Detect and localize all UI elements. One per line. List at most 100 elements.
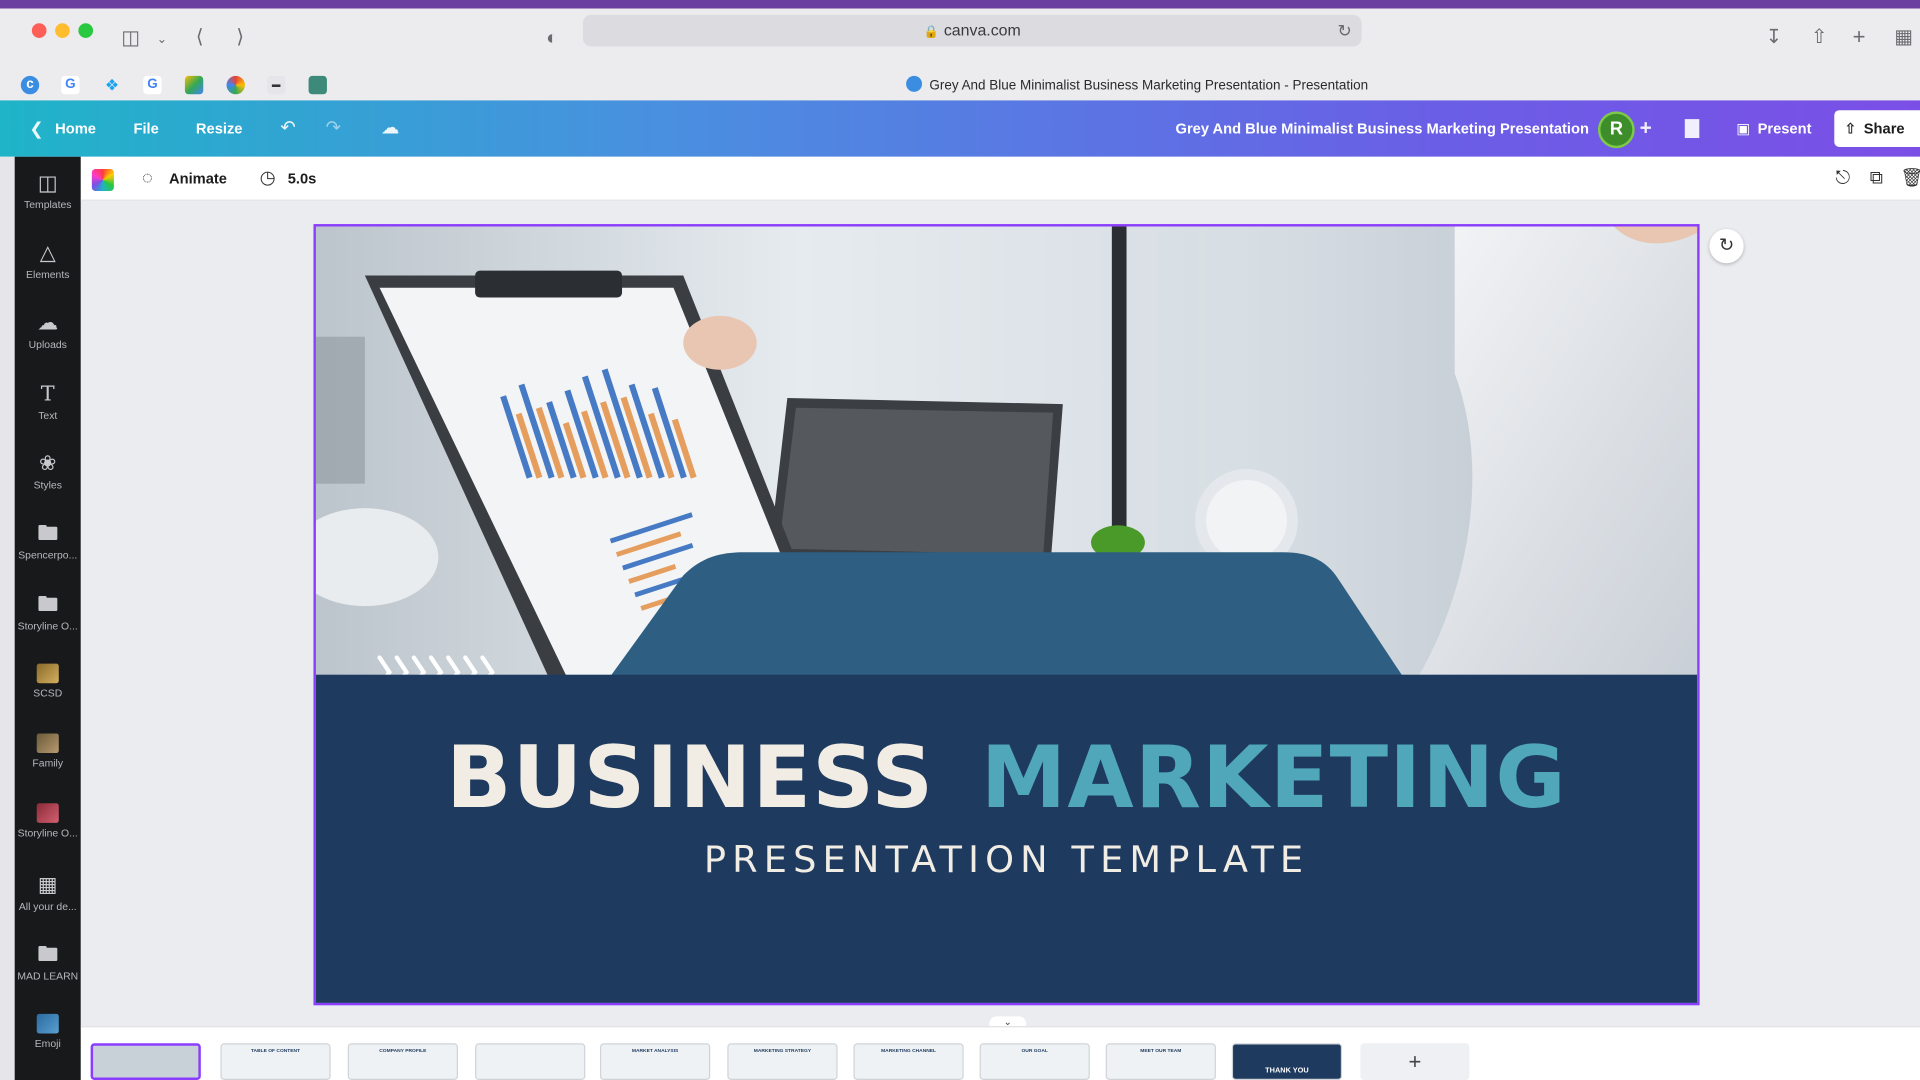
slide-subtitle[interactable]: PRESENTATION TEMPLATE (316, 839, 1697, 883)
undo-icon[interactable]: ↶ (280, 100, 295, 156)
sidebar-item-templates[interactable]: ◫ Templates (15, 172, 81, 212)
sidebar-item-storyline-2[interactable]: Storyline O... (15, 803, 81, 840)
resize-menu[interactable]: Resize (196, 100, 243, 156)
home-menu[interactable]: Home (55, 100, 96, 156)
sidebar-item-all-designs[interactable]: ▦ All your de... (15, 874, 81, 913)
back-chevron-icon[interactable]: ❮ (29, 100, 43, 156)
sidebar-item-label: MAD LEARN (17, 969, 79, 983)
page-thumb-10[interactable]: THANK YOU (1231, 1043, 1343, 1080)
cloud-save-icon[interactable]: ☁ (381, 100, 399, 156)
page-thumb-label: MARKETING CHANNEL (881, 1046, 937, 1054)
background-color-button[interactable] (91, 168, 114, 192)
page-thumb-4[interactable] (475, 1043, 586, 1080)
tab-overview-icon[interactable]: ▦ (1894, 28, 1913, 48)
page-thumb-8[interactable]: OUR GOAL (979, 1043, 1090, 1080)
new-tab-icon[interactable]: + (1853, 26, 1866, 48)
share-label: Share (1863, 120, 1905, 138)
sidebar-item-label: Uploads (28, 337, 67, 351)
page-thumb-6[interactable]: MARKETING STRATEGY (727, 1043, 838, 1080)
favorite-canva-icon[interactable]: c (20, 75, 40, 95)
sidebar-item-styles[interactable]: ❀ Styles (15, 451, 81, 492)
sidebar-item-text[interactable]: T Text (15, 383, 81, 422)
sidebar-item-label: Family (32, 756, 64, 769)
sidebar-item-label: All your de... (18, 900, 77, 913)
favorite-google-icon[interactable]: G (61, 75, 80, 95)
page-thumb-7[interactable]: MARKETING CHANNEL (853, 1043, 964, 1080)
page-thumb-2[interactable]: TABLE OF CONTENT (220, 1043, 331, 1080)
slide-canvas[interactable]: BUSINESS MARKETING PRESENTATION TEMPLATE (313, 224, 1700, 1006)
sidebar-item-storyline[interactable]: 🖿 Storyline O... (15, 593, 81, 633)
emoji-thumb-icon (36, 1013, 59, 1034)
favorite-google-icon[interactable]: G (143, 75, 162, 95)
document-title[interactable]: Grey And Blue Minimalist Business Market… (1176, 100, 1589, 156)
present-button[interactable]: ▣ Present (1727, 113, 1822, 145)
scsd-thumb-icon (36, 663, 59, 684)
sidebar-item-label: SCSD (33, 686, 63, 700)
page-thumb-label: COMPANY PROFILE (379, 1046, 427, 1054)
sidebar-item-spencerpo[interactable]: 🖿 Spencerpo... (15, 521, 81, 562)
elements-icon: △ (39, 241, 56, 265)
redo-icon[interactable]: ↷ (326, 100, 341, 156)
page-thumb-label: MEET OUR TEAM (1140, 1046, 1182, 1054)
sidebar-toggle-icon[interactable]: ◫ (121, 29, 140, 49)
reload-icon[interactable]: ↻ (1337, 15, 1351, 47)
close-window-button[interactable] (31, 23, 47, 38)
address-bar[interactable]: 🔒 canva.com ↻ (582, 14, 1362, 47)
lock-icon: 🔒 (923, 25, 939, 40)
page-thumb-label: TABLE OF CONTENT (250, 1046, 301, 1054)
favorite-site-icon[interactable]: ▬ (266, 75, 286, 95)
back-icon[interactable]: ⟨ (196, 28, 204, 48)
page-thumb-1[interactable] (90, 1043, 201, 1080)
sidebar-item-scsd[interactable]: SCSD (15, 663, 81, 701)
page-thumb-9[interactable]: MEET OUR TEAM (1105, 1043, 1216, 1080)
slide-photo[interactable] (315, 226, 1698, 690)
sidebar-item-label: Storyline O... (17, 826, 78, 839)
sidebar-item-label: Styles (33, 478, 62, 492)
favorite-drive-icon[interactable] (184, 75, 204, 95)
clock-icon: ◷ (259, 167, 276, 189)
privacy-shield-icon[interactable]: ◐ (546, 29, 558, 49)
business-photo-illustration (315, 226, 1698, 690)
file-menu[interactable]: File (133, 100, 158, 156)
present-icon: ▣ (1736, 120, 1751, 138)
rotate-icon[interactable]: ↻ (1709, 228, 1744, 264)
duplicate-page-icon[interactable]: ⧉ (1870, 157, 1883, 201)
sidebar-item-emoji[interactable]: Emoji (15, 1013, 81, 1051)
user-avatar[interactable]: R (1597, 111, 1635, 149)
styles-icon: ❀ (39, 451, 57, 476)
canva-favicon-icon (906, 75, 923, 92)
animate-icon: ◌ (142, 167, 153, 189)
sidebar-item-mad-learn[interactable]: 🖿 MAD LEARN (15, 943, 81, 983)
share-sheet-icon[interactable]: ⇧ (1811, 28, 1827, 48)
delete-page-icon[interactable]: 🗑 (1900, 157, 1920, 201)
favorite-twitter-icon[interactable]: ❖ (103, 76, 121, 94)
sidebar-item-family[interactable]: Family (15, 733, 81, 770)
sidebar-item-label: Emoji (34, 1037, 61, 1050)
slide-title[interactable]: BUSINESS MARKETING (316, 729, 1697, 827)
present-label: Present (1757, 120, 1812, 138)
minimize-window-button[interactable] (55, 23, 70, 38)
page-thumb-5[interactable]: MARKET ANALYSIS (600, 1043, 711, 1080)
editor-toolbar (80, 156, 1920, 201)
page-thumb-label: MARKETING STRATEGY (753, 1046, 812, 1054)
downloads-icon[interactable]: ↧ (1766, 28, 1782, 48)
sidebar-item-elements[interactable]: △ Elements (15, 242, 81, 281)
active-tab-title[interactable]: Grey And Blue Minimalist Business Market… (906, 75, 1368, 94)
sidebar-item-label: Storyline O... (17, 619, 78, 632)
add-page-icon[interactable]: ⎋ (1836, 157, 1851, 201)
duration-button[interactable]: 5.0s (288, 157, 317, 201)
animate-button[interactable]: Animate (169, 157, 227, 201)
invite-plus-icon[interactable]: + (1640, 100, 1652, 156)
forward-icon[interactable]: ⟩ (236, 28, 244, 48)
add-page-button[interactable]: + (1360, 1043, 1470, 1080)
folder-icon: 🖿 (37, 521, 59, 545)
insights-chart-icon[interactable]: ▇ (1685, 100, 1699, 156)
zoom-window-button[interactable] (78, 23, 94, 38)
text-icon: T (40, 382, 55, 407)
favorite-site-icon[interactable] (308, 75, 327, 95)
page-thumb-3[interactable]: COMPANY PROFILE (347, 1043, 458, 1080)
chevron-down-icon[interactable]: ⌄ (157, 31, 167, 51)
share-button[interactable]: ⇧ Share (1834, 110, 1920, 147)
sidebar-item-uploads[interactable]: ☁ Uploads (15, 312, 81, 351)
favorite-chrome-icon[interactable] (226, 75, 245, 95)
